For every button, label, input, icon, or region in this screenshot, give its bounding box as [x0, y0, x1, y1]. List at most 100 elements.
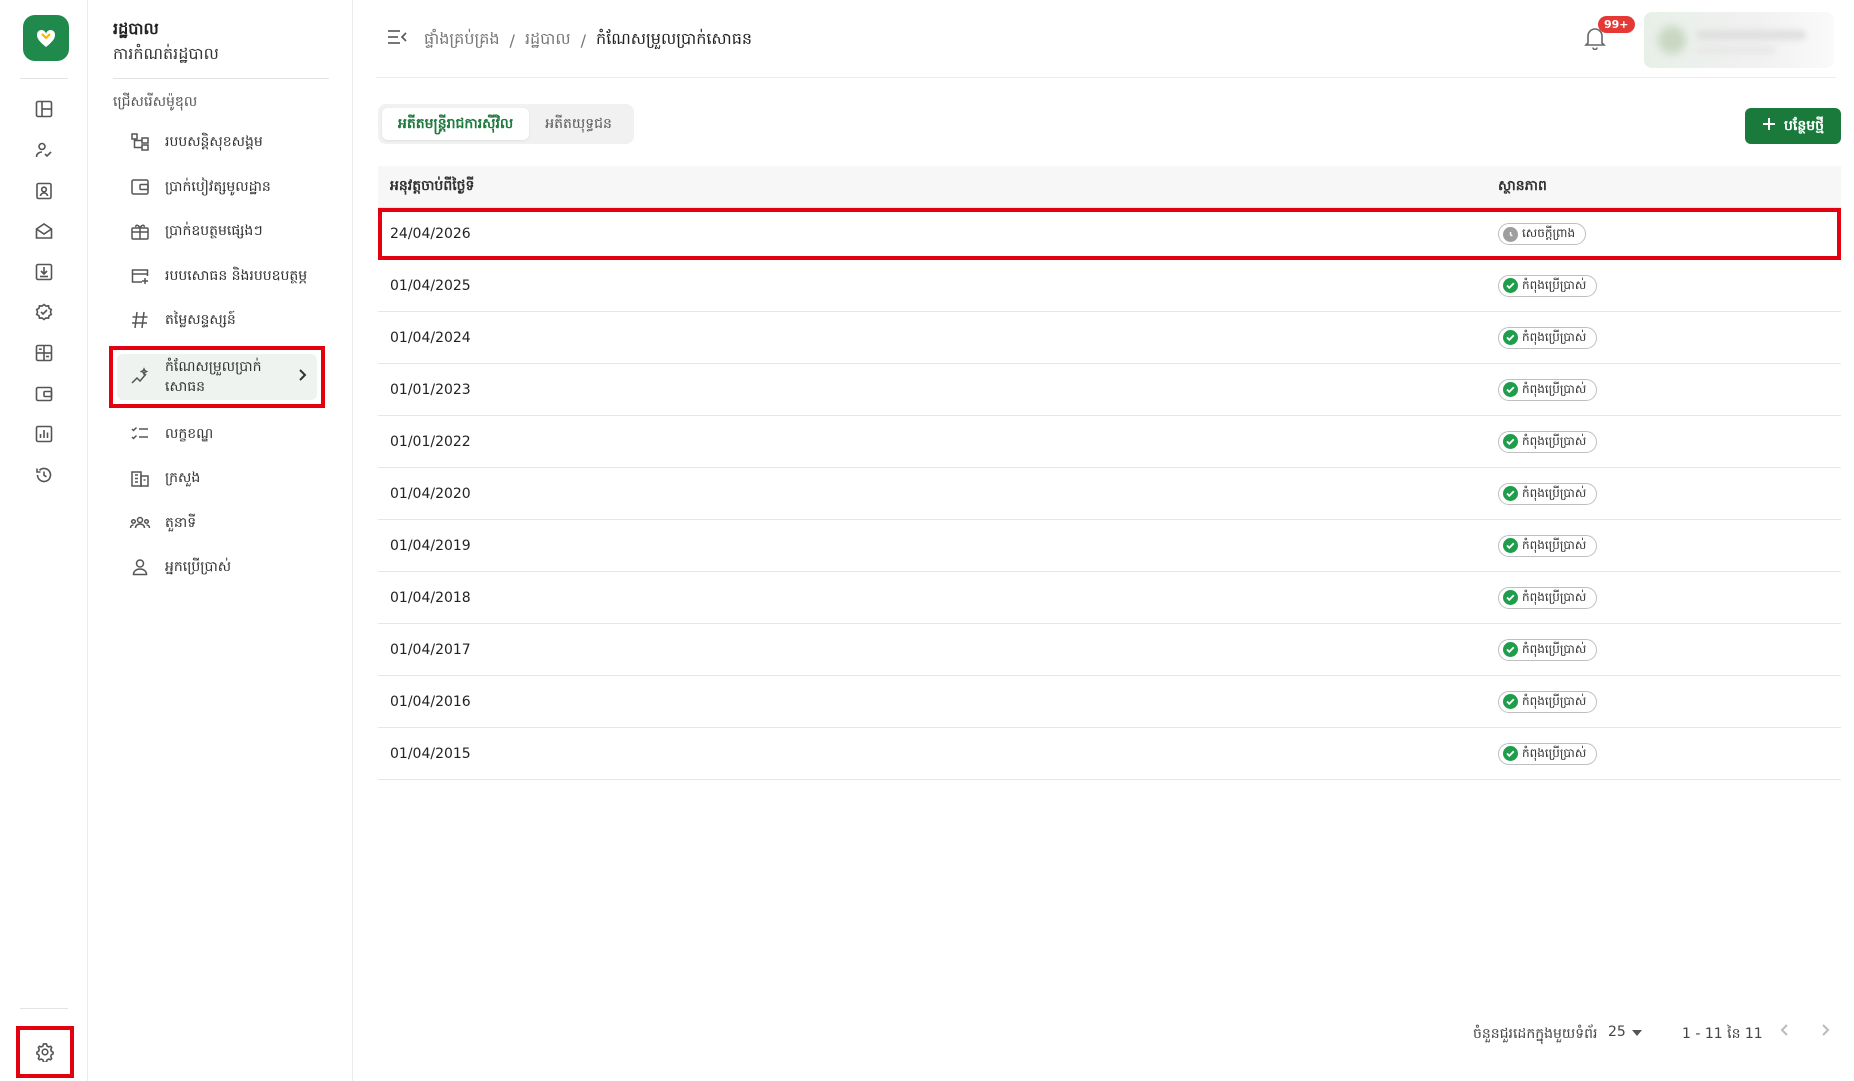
- nav-item-label: របបសោធន និងរបបឧបត្ថម្ភ: [165, 267, 308, 284]
- tab-veterans[interactable]: អតីតយុទ្ធជន: [529, 108, 628, 140]
- table-row[interactable]: 01/04/2016 កំពុងប្រើប្រាស់: [378, 676, 1841, 728]
- add-new-button[interactable]: បន្ថែមថ្មី: [1745, 108, 1841, 144]
- nav-item-roles[interactable]: តួនាទី: [127, 505, 327, 541]
- download-box-icon[interactable]: [27, 255, 61, 289]
- status-badge: កំពុងប្រើប្រាស់: [1498, 586, 1598, 609]
- caret-down-icon: [1631, 1024, 1642, 1040]
- table-row[interactable]: 01/04/2020 កំពុងប្រើប្រាស់: [378, 468, 1841, 520]
- breadcrumb-separator: /: [509, 30, 515, 50]
- plus-icon: [1762, 117, 1776, 135]
- nav-item-conditions[interactable]: លក្ខខណ្ឌ: [127, 416, 327, 452]
- previous-page-button[interactable]: [1780, 1022, 1790, 1041]
- subnav-subtitle: ការកំណត់រដ្ឋបាល: [113, 44, 219, 63]
- nav-item-users[interactable]: អ្នកប្រើប្រាស់: [127, 549, 327, 585]
- row-date: 01/04/2015: [390, 745, 471, 762]
- status-label: កំពុងប្រើប្រាស់: [1522, 693, 1587, 708]
- status-badge: កំពុងប្រើប្រាស់: [1498, 534, 1598, 557]
- nav-item-pension-adjustment[interactable]: កំណែសម្រួលប្រាក់សោធន: [109, 346, 325, 408]
- top-bar: ផ្ទាំងគ្រប់គ្រង / រដ្ឋបាល / កំណែសម្រួលប្…: [376, 0, 1836, 78]
- card-plus-icon: [127, 263, 153, 289]
- row-date: 01/04/2020: [390, 485, 471, 502]
- column-effective-date[interactable]: អនុវត្តចាប់ពីថ្ងៃទី: [390, 176, 474, 197]
- table-row[interactable]: 01/04/2024 កំពុងប្រើប្រាស់: [378, 312, 1841, 364]
- tab-group: អតីតមន្ត្រីរាជការស៊ីវិល អតីតយុទ្ធជន: [378, 104, 634, 144]
- nav-item-social-security[interactable]: របបសន្តិសុខសង្គម: [127, 124, 327, 160]
- check-circle-icon: [1503, 486, 1518, 501]
- dashboard-icon[interactable]: [27, 92, 61, 126]
- wallet-icon[interactable]: [27, 377, 61, 411]
- nav-item-label: របបសន្តិសុខសង្គម: [165, 133, 263, 150]
- group-icon: [127, 510, 153, 536]
- user-check-icon[interactable]: [27, 133, 61, 167]
- status-badge: សេចក្តីព្រាង: [1498, 223, 1587, 245]
- rows-per-page-value: 25: [1608, 1024, 1626, 1040]
- tab-civil-servants[interactable]: អតីតមន្ត្រីរាជការស៊ីវិល: [382, 108, 530, 140]
- table-row[interactable]: 24/04/2026 សេចក្តីព្រាង: [378, 208, 1841, 260]
- adjustments-table: អនុវត្តចាប់ពីថ្ងៃទី ស្ថានភាព 24/04/2026 ស…: [378, 166, 1841, 780]
- check-circle-icon: [1503, 330, 1518, 345]
- row-date: 01/01/2022: [390, 433, 471, 450]
- row-date: 01/04/2025: [390, 277, 471, 294]
- status-label: កំពុងប្រើប្រាស់: [1522, 537, 1587, 552]
- row-date: 01/04/2024: [390, 329, 471, 346]
- row-date: 01/04/2017: [390, 641, 471, 658]
- history-icon[interactable]: [27, 458, 61, 492]
- main-content: អតីតមន្ត្រីរាជការស៊ីវិល អតីតយុទ្ធជន បន្ថ…: [378, 78, 1841, 1081]
- rail-divider: [20, 78, 68, 79]
- next-page-button[interactable]: [1820, 1022, 1830, 1041]
- table-row[interactable]: 01/01/2023 កំពុងប្រើប្រាស់: [378, 364, 1841, 416]
- user-profile-menu[interactable]: [1644, 12, 1834, 68]
- table-row[interactable]: 01/04/2019 កំពុងប្រើប្រាស់: [378, 520, 1841, 572]
- clock-icon: [1503, 226, 1518, 242]
- table-header: អនុវត្តចាប់ពីថ្ងៃទី ស្ថានភាព: [378, 166, 1841, 208]
- user-role-blurred: [1696, 46, 1776, 54]
- checklist-icon: [127, 421, 153, 447]
- settings-button[interactable]: [16, 1026, 74, 1078]
- nav-item-label: តួនាទី: [165, 514, 197, 531]
- nav-item-allowances[interactable]: ប្រាក់ឧបត្ថមផ្សេងៗ: [127, 213, 327, 249]
- row-date: 24/04/2026: [390, 226, 471, 242]
- nav-item-label: ប្រាក់ឧបត្ថមផ្សេងៗ: [165, 222, 263, 239]
- icon-rail: [0, 0, 88, 1081]
- table-row[interactable]: 01/04/2018 កំពុងប្រើប្រាស់: [378, 572, 1841, 624]
- nav-item-pension-schemes[interactable]: របបសោធន និងរបបឧបត្ថម្ភ: [127, 258, 327, 294]
- calculator-icon[interactable]: [27, 336, 61, 370]
- table-row[interactable]: 01/04/2015 កំពុងប្រើប្រាស់: [378, 728, 1841, 780]
- badge-check-icon[interactable]: [27, 295, 61, 329]
- app-logo[interactable]: [23, 15, 69, 61]
- check-circle-icon: [1503, 642, 1518, 657]
- status-label: កំពុងប្រើប្រាស់: [1522, 277, 1587, 292]
- rows-per-page-select[interactable]: 25: [1608, 1024, 1642, 1040]
- status-badge: កំពុងប្រើប្រាស់: [1498, 742, 1598, 765]
- table-row[interactable]: 01/04/2025 កំពុងប្រើប្រាស់: [378, 260, 1841, 312]
- nav-item-index-value[interactable]: តម្លៃសន្ទស្សន៍: [127, 302, 327, 338]
- id-card-icon[interactable]: [27, 174, 61, 208]
- column-status[interactable]: ស្ថានភាព: [1498, 176, 1547, 197]
- breadcrumb-dashboard[interactable]: ផ្ទាំងគ្រប់គ្រង: [424, 28, 500, 52]
- add-new-label: បន្ថែមថ្មី: [1784, 117, 1824, 134]
- nav-item-base-salary[interactable]: ប្រាក់បៀវត្សមូលដ្ឋាន: [127, 169, 327, 205]
- hierarchy-icon: [127, 129, 153, 155]
- bar-chart-icon[interactable]: [27, 417, 61, 451]
- subnav-divider: [113, 78, 329, 79]
- nav-item-ministries[interactable]: ក្រសួង: [127, 460, 327, 496]
- status-badge: កំពុងប្រើប្រាស់: [1498, 690, 1598, 713]
- check-circle-icon: [1503, 434, 1518, 449]
- table-row[interactable]: 01/01/2022 កំពុងប្រើប្រាស់: [378, 416, 1841, 468]
- check-circle-icon: [1503, 746, 1518, 761]
- trend-sparkle-icon: [127, 364, 153, 390]
- status-label: កំពុងប្រើប្រាស់: [1522, 329, 1587, 344]
- table-body: 24/04/2026 សេចក្តីព្រាង 01/04/2025 កំពុងប្រ…: [378, 208, 1841, 780]
- notification-badge: 99+: [1598, 16, 1635, 33]
- page-range: 1 - 11 នៃ 11: [1682, 1026, 1763, 1042]
- nav-item-label: កំណែសម្រួលប្រាក់សោធន: [165, 359, 262, 395]
- nav-item-label: ក្រសួង: [165, 469, 201, 486]
- breadcrumb-admin[interactable]: រដ្ឋបាល: [525, 28, 571, 52]
- subnav-title: រដ្ឋបាល: [113, 19, 159, 38]
- status-badge: កំពុងប្រើប្រាស់: [1498, 430, 1598, 453]
- chevron-left-icon: [1780, 1024, 1788, 1036]
- menu-collapse-icon[interactable]: [386, 28, 408, 48]
- table-row[interactable]: 01/04/2017 កំពុងប្រើប្រាស់: [378, 624, 1841, 676]
- mail-open-icon[interactable]: [27, 214, 61, 248]
- check-circle-icon: [1503, 590, 1518, 605]
